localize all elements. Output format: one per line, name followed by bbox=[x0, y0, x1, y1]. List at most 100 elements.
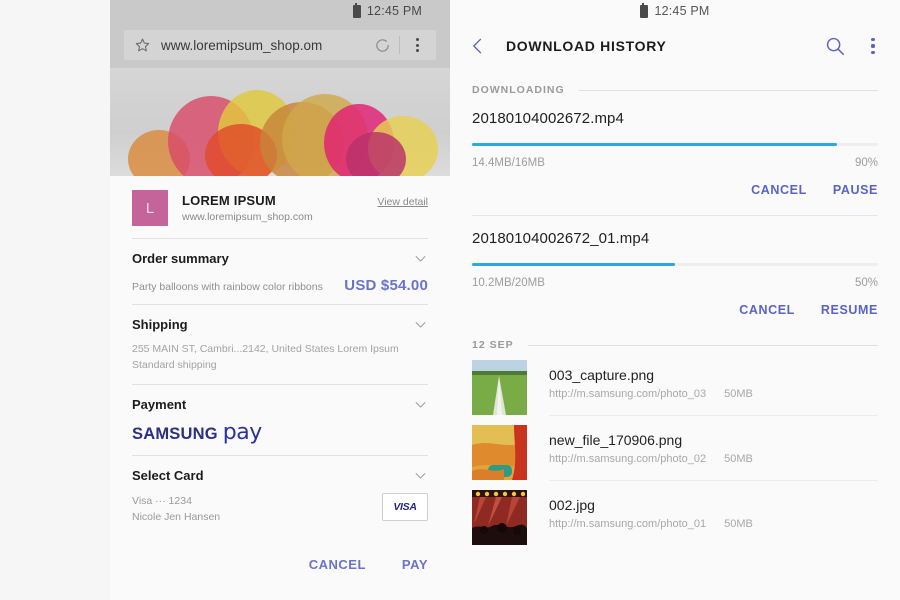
card-row[interactable]: Visa ··· 1234 Nicole Jen Hansen VISA bbox=[132, 492, 428, 526]
file-url: http://m.samsung.com/photo_01 bbox=[549, 518, 707, 530]
url-chip[interactable]: www.loremipsum_shop.om bbox=[124, 30, 436, 60]
order-summary-header[interactable]: Order summary bbox=[132, 251, 428, 266]
status-clock: 12:45 PM bbox=[654, 4, 710, 18]
list-item[interactable]: 002.jpg http://m.samsung.com/photo_01 50… bbox=[450, 481, 900, 545]
cancel-download-button[interactable]: CANCEL bbox=[739, 303, 795, 317]
download-file-name: 20180104002672.mp4 bbox=[472, 110, 624, 127]
download-meta: 14.4MB/16MB 90% bbox=[472, 157, 878, 169]
shipping-title: Shipping bbox=[132, 317, 188, 332]
toolbar-divider bbox=[399, 36, 400, 54]
back-chevron-icon[interactable] bbox=[468, 36, 488, 56]
orange-abstract-thumbnail bbox=[472, 425, 527, 480]
date-group-header: 12 SEP bbox=[450, 317, 900, 351]
payment-actions: CANCEL PAY bbox=[132, 535, 428, 586]
card-number: Visa ··· 1234 bbox=[132, 494, 192, 507]
visa-logo-text: VISA bbox=[393, 500, 417, 513]
payment-sheet-panel: 12:45 PM www.loremipsum_shop.om L LOREM … bbox=[110, 0, 450, 600]
download-meta: 10.2MB/20MB 50% bbox=[472, 277, 878, 289]
list-item[interactable]: 003_capture.png http://m.samsung.com/pho… bbox=[450, 351, 900, 415]
card-holder: Nicole Jen Hansen bbox=[132, 510, 221, 523]
progress-fill bbox=[472, 263, 675, 266]
file-name: new_file_170906.png bbox=[549, 432, 683, 448]
screen: 12:45 PM www.loremipsum_shop.om L LOREM … bbox=[0, 0, 900, 600]
file-info: 003_capture.png http://m.samsung.com/pho… bbox=[549, 367, 878, 408]
samsung-wordmark: SAMSUNG bbox=[132, 424, 218, 443]
kebab-menu-icon[interactable] bbox=[864, 37, 882, 55]
concert-crowd-thumbnail bbox=[472, 490, 527, 545]
status-clock: 12:45 PM bbox=[366, 4, 422, 18]
order-line-item: Party balloons with rainbow color ribbon… bbox=[132, 277, 428, 294]
file-size: 50MB bbox=[724, 453, 753, 465]
green-field-thumbnail bbox=[472, 360, 527, 415]
download-item[interactable]: 20180104002672.mp4 14.4MB/16MB 90% CANCE… bbox=[450, 96, 900, 197]
order-price: USD $54.00 bbox=[344, 277, 428, 294]
merchant-name: LOREM IPSUM bbox=[182, 193, 276, 208]
shipping-method: Standard shipping bbox=[132, 358, 217, 371]
right-status-bar: 12:45 PM bbox=[450, 0, 900, 22]
download-percent: 90% bbox=[854, 157, 878, 169]
kebab-menu-icon[interactable] bbox=[408, 36, 426, 54]
downloading-label: DOWNLOADING bbox=[472, 84, 565, 96]
url-text[interactable]: www.loremipsum_shop.om bbox=[161, 38, 368, 53]
file-info: new_file_170906.png http://m.samsung.com… bbox=[549, 432, 878, 473]
progress-fill bbox=[472, 143, 838, 146]
file-sub: http://m.samsung.com/photo_03 50MB bbox=[549, 388, 878, 400]
star-icon[interactable] bbox=[134, 37, 151, 54]
download-actions: CANCEL RESUME bbox=[472, 289, 878, 317]
file-sub: http://m.samsung.com/photo_02 50MB bbox=[549, 453, 878, 465]
file-info: 002.jpg http://m.samsung.com/photo_01 50… bbox=[549, 497, 878, 538]
list-item[interactable]: new_file_170906.png http://m.samsung.com… bbox=[450, 416, 900, 480]
chevron-down-icon[interactable] bbox=[413, 468, 428, 483]
chevron-down-icon[interactable] bbox=[413, 397, 428, 412]
chevron-down-icon[interactable] bbox=[413, 317, 428, 332]
reload-icon[interactable] bbox=[374, 37, 391, 54]
shipping-section: Shipping 255 MAIN ST, Cambri...2142, Uni… bbox=[132, 305, 428, 384]
file-url: http://m.samsung.com/photo_03 bbox=[549, 388, 707, 400]
pay-wordmark: pay bbox=[222, 419, 262, 445]
left-status-bar: 12:45 PM bbox=[110, 0, 450, 22]
view-detail-link[interactable]: View detail bbox=[377, 196, 428, 208]
file-url: http://m.samsung.com/photo_02 bbox=[549, 453, 707, 465]
resume-download-button[interactable]: RESUME bbox=[821, 303, 878, 317]
shipping-address-block: 255 MAIN ST, Cambri...2142, United State… bbox=[132, 342, 428, 374]
group-rule bbox=[527, 344, 878, 346]
downloading-group-header: DOWNLOADING bbox=[450, 70, 900, 96]
order-description: Party balloons with rainbow color ribbon… bbox=[132, 281, 323, 293]
battery-icon bbox=[352, 2, 361, 18]
payment-header[interactable]: Payment bbox=[132, 397, 428, 412]
chevron-down-icon[interactable] bbox=[413, 251, 428, 266]
download-history-panel: 12:45 PM DOWNLOAD HISTORY DOWNLOADING 20… bbox=[450, 0, 900, 600]
card-meta: Visa ··· 1234 Nicole Jen Hansen bbox=[132, 493, 220, 526]
group-rule bbox=[578, 89, 878, 91]
search-icon[interactable] bbox=[824, 35, 846, 57]
progress-bar bbox=[472, 143, 878, 146]
pause-download-button[interactable]: PAUSE bbox=[833, 183, 878, 197]
order-summary-title: Order summary bbox=[132, 251, 229, 266]
battery-icon bbox=[640, 2, 649, 18]
merchant-avatar: L bbox=[132, 190, 168, 226]
merchant-info: LOREM IPSUM www.loremipsum_shop.com bbox=[182, 193, 377, 223]
download-file-name: 20180104002672_01.mp4 bbox=[472, 230, 650, 247]
pay-button[interactable]: PAY bbox=[402, 557, 428, 572]
order-summary-section: Order summary Party balloons with rainbo… bbox=[132, 239, 428, 304]
download-actions: CANCEL PAUSE bbox=[472, 169, 878, 197]
samsung-pay-logo: SAMSUNG pay bbox=[132, 420, 428, 445]
file-name: 003_capture.png bbox=[549, 367, 655, 383]
download-percent: 50% bbox=[854, 277, 878, 289]
cancel-button[interactable]: CANCEL bbox=[309, 557, 366, 572]
download-size: 14.4MB/16MB bbox=[472, 157, 545, 169]
cancel-download-button[interactable]: CANCEL bbox=[751, 183, 807, 197]
date-label: 12 SEP bbox=[472, 339, 514, 351]
page-title: DOWNLOAD HISTORY bbox=[506, 38, 667, 54]
file-name: 002.jpg bbox=[549, 497, 595, 513]
shipping-address: 255 MAIN ST, Cambri...2142, United State… bbox=[132, 343, 399, 355]
product-hero-image bbox=[110, 68, 450, 176]
progress-bar bbox=[472, 263, 878, 266]
download-item[interactable]: 20180104002672_01.mp4 10.2MB/20MB 50% CA… bbox=[450, 216, 900, 317]
shipping-header[interactable]: Shipping bbox=[132, 317, 428, 332]
app-bar: DOWNLOAD HISTORY bbox=[450, 22, 900, 70]
file-size: 50MB bbox=[724, 388, 753, 400]
select-card-header[interactable]: Select Card bbox=[132, 468, 428, 483]
payment-section: Payment SAMSUNG pay bbox=[132, 385, 428, 455]
file-size: 50MB bbox=[724, 518, 753, 530]
